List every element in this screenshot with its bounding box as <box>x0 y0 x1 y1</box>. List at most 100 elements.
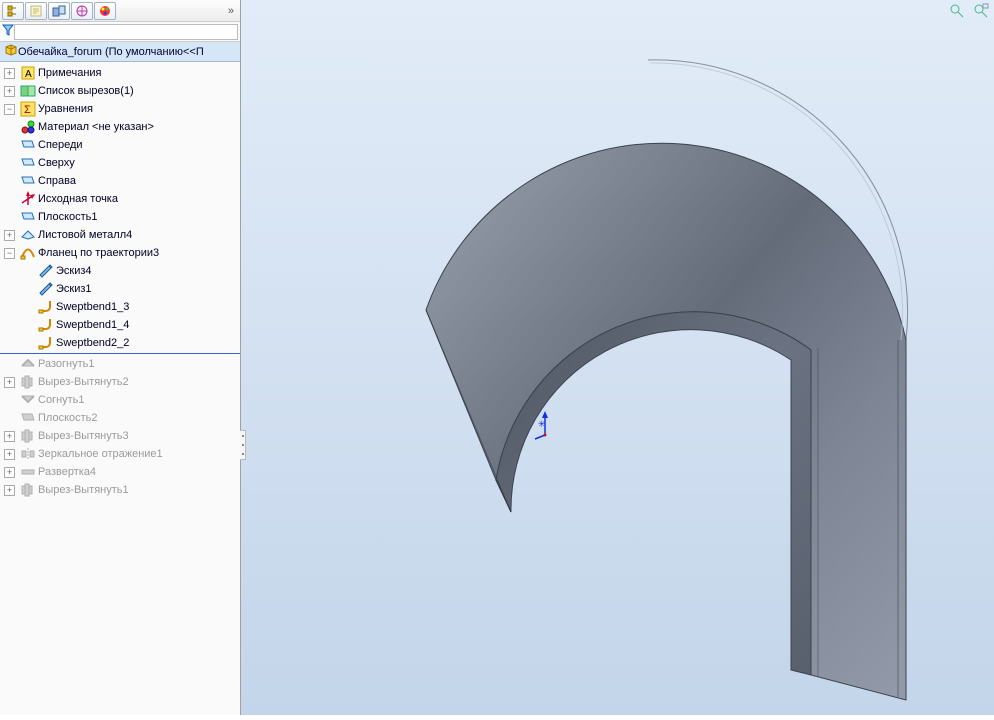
panel-expand-arrows-icon[interactable]: » <box>228 5 240 17</box>
feature-tree-icon <box>6 4 20 18</box>
material-icon <box>20 119 36 135</box>
panel-resize-grip[interactable] <box>240 430 246 460</box>
tree-node[interactable]: + Вырез-Вытянуть1 <box>0 481 240 499</box>
tree-node-label: Плоскость1 <box>38 211 98 223</box>
plane-icon <box>20 209 36 225</box>
feature-tree[interactable]: + A Примечания + Список вырезов(1) −ΣУравнени… <box>0 62 240 715</box>
tree-node-label: Эскиз1 <box>56 283 92 295</box>
tree-node-label: Спереди <box>38 139 83 151</box>
tree-node-label: Сверху <box>38 157 75 169</box>
tree-node-label: Исходная точка <box>38 193 118 205</box>
config-tab[interactable] <box>48 2 70 20</box>
expander-toggle[interactable]: − <box>4 248 15 259</box>
expander-toggle[interactable]: + <box>4 449 15 460</box>
svg-text:A: A <box>25 69 32 80</box>
cut-ext-icon <box>20 428 36 444</box>
tree-node[interactable]: Sweptbend1_3 <box>0 298 240 316</box>
tree-node-label: Справа <box>38 175 76 187</box>
tree-node-label: Вырез-Вытянуть1 <box>38 484 129 496</box>
tree-node-label: Эскиз4 <box>56 265 92 277</box>
bend-icon <box>38 299 54 315</box>
tree-node[interactable]: Эскиз4 <box>0 262 240 280</box>
expander-toggle[interactable]: + <box>4 467 15 478</box>
expander-toggle[interactable]: + <box>4 377 15 388</box>
expander-toggle[interactable]: + <box>4 485 15 496</box>
plane-icon <box>20 137 36 153</box>
feature-manager-panel: » Обечайка_forum (По умолчанию<<П + A Прим… <box>0 0 241 715</box>
tree-node-label: Примечания <box>38 67 102 79</box>
tree-node[interactable]: + Вырез-Вытянуть2 <box>0 373 240 391</box>
tree-node[interactable]: Плоскость2 <box>0 409 240 427</box>
tree-node[interactable]: + A Примечания <box>0 64 240 82</box>
tree-node[interactable]: Плоскость1 <box>0 208 240 226</box>
tree-node-label: Вырез-Вытянуть3 <box>38 430 129 442</box>
tree-node[interactable]: Согнуть1 <box>0 391 240 409</box>
filter-row <box>0 22 240 42</box>
sketch-icon <box>38 281 54 297</box>
rollback-bar[interactable] <box>0 353 240 354</box>
property-tab[interactable] <box>25 2 47 20</box>
swept-icon <box>20 245 36 261</box>
tree-node[interactable]: Исходная точка <box>0 190 240 208</box>
tree-node[interactable]: Спереди <box>0 136 240 154</box>
expander-toggle[interactable]: + <box>4 431 15 442</box>
tree-node[interactable]: + Зеркальное отражение1 <box>0 445 240 463</box>
expander-toggle[interactable]: + <box>4 230 15 241</box>
tree-node-label: Согнуть1 <box>38 394 85 406</box>
tree-node-label: Листовой металл4 <box>38 229 132 241</box>
part-icon <box>4 43 18 60</box>
tree-node[interactable]: Справа <box>0 172 240 190</box>
tree-node-label: Фланец по траектории3 <box>38 247 159 259</box>
cut-ext-icon <box>20 482 36 498</box>
sheetmetal-icon <box>20 227 36 243</box>
plane-icon <box>20 173 36 189</box>
svg-text:Σ: Σ <box>24 104 31 116</box>
tree-node[interactable]: + Листовой металл4 <box>0 226 240 244</box>
tree-node-label: Зеркальное отражение1 <box>38 448 163 460</box>
tree-node-label: Разогнуть1 <box>38 358 94 370</box>
dimxpert-tab[interactable] <box>71 2 93 20</box>
tree-root-title[interactable]: Обечайка_forum (По умолчанию<<П <box>0 42 240 62</box>
app-root: » Обечайка_forum (По умолчанию<<П + A Прим… <box>0 0 994 715</box>
tree-node-label: Список вырезов(1) <box>38 85 134 97</box>
tree-node[interactable]: +Развертка4 <box>0 463 240 481</box>
appearance-tab[interactable] <box>94 2 116 20</box>
annotation-icon: A <box>20 65 36 81</box>
tree-node-label: Sweptbend1_3 <box>56 301 129 313</box>
tree-node[interactable]: Эскиз1 <box>0 280 240 298</box>
origin-icon <box>20 191 36 207</box>
sigma-icon: Σ <box>20 101 36 117</box>
tree-node-label: Плоскость2 <box>38 412 98 424</box>
filter-icon[interactable] <box>2 24 14 39</box>
tree-node[interactable]: Разогнуть1 <box>0 355 240 373</box>
sketch-icon <box>38 263 54 279</box>
filter-input[interactable] <box>14 24 238 40</box>
origin-triad-icon: ✳ <box>533 411 563 441</box>
plane-icon <box>20 155 36 171</box>
tree-node[interactable]: Sweptbend2_2 <box>0 334 240 352</box>
tree-root-label: Обечайка_forum (По умолчанию<<П <box>18 46 204 58</box>
bend-icon <box>38 335 54 351</box>
cut-ext-icon <box>20 374 36 390</box>
tree-node[interactable]: − Фланец по траектории3 <box>0 244 240 262</box>
3d-viewport[interactable]: ✳ <box>241 0 994 715</box>
tree-node[interactable]: + Список вырезов(1) <box>0 82 240 100</box>
unfold-icon <box>20 356 36 372</box>
appearance-icon <box>98 4 112 18</box>
expander-toggle[interactable]: + <box>4 86 15 97</box>
dimxpert-icon <box>75 4 89 18</box>
svg-text:✳: ✳ <box>538 419 546 429</box>
config-icon <box>52 4 66 18</box>
tree-node[interactable]: Sweptbend1_4 <box>0 316 240 334</box>
cutlist-icon <box>20 83 36 99</box>
expander-toggle[interactable]: − <box>4 104 15 115</box>
flat-icon <box>20 464 36 480</box>
mirror-icon <box>20 446 36 462</box>
expander-toggle[interactable]: + <box>4 68 15 79</box>
tree-node[interactable]: + Вырез-Вытянуть3 <box>0 427 240 445</box>
tree-node-label: Вырез-Вытянуть2 <box>38 376 129 388</box>
tree-node[interactable]: Материал <не указан> <box>0 118 240 136</box>
tree-node[interactable]: −ΣУравнения <box>0 100 240 118</box>
tree-node[interactable]: Сверху <box>0 154 240 172</box>
feature-tree-tab[interactable] <box>2 2 24 20</box>
